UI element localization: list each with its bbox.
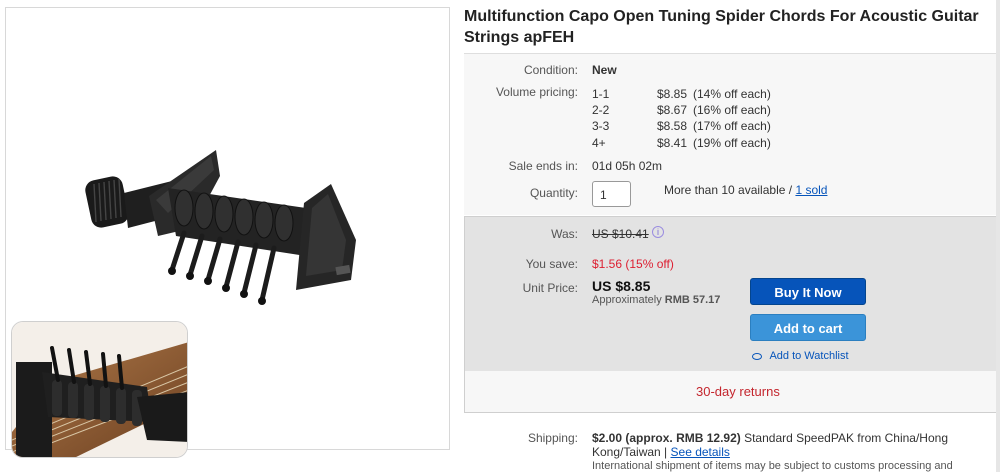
unit-price-value: US $8.85	[592, 278, 651, 294]
shipping-approx-rmb: RMB 12.92)	[676, 431, 741, 445]
unit-price-label: Unit Price:	[522, 281, 578, 295]
buy-it-now-button[interactable]: Buy It Now	[750, 278, 866, 305]
volume-price: $8.58	[657, 119, 688, 133]
watchlist-label: Add to Watchlist	[769, 350, 849, 362]
volume-off: (17% off each)	[693, 119, 771, 133]
eye-icon	[752, 352, 762, 360]
add-to-cart-button[interactable]: Add to cart	[750, 314, 866, 341]
available-text: More than 10 available /	[664, 183, 793, 197]
thumbnail-photo	[12, 322, 187, 457]
approx-value: RMB 57.17	[664, 294, 721, 306]
approx-prefix: Approximately	[592, 294, 662, 306]
sale-ends-label: Sale ends in:	[508, 159, 578, 173]
main-product-image[interactable]	[5, 7, 450, 458]
condition-label: Condition:	[523, 63, 578, 77]
shipping-label: Shipping:	[527, 431, 578, 445]
volume-off: (16% off each)	[693, 103, 771, 117]
volume-qty: 2-2	[592, 103, 610, 117]
volume-price: $8.85	[657, 87, 688, 101]
you-save-label: You save:	[525, 257, 578, 271]
sale-ends-value: 01d 05h 02m	[592, 159, 663, 173]
product-title: Multifunction Capo Open Tuning Spider Ch…	[464, 8, 979, 46]
returns-text: 30-day returns	[696, 384, 780, 399]
volume-price: $8.67	[657, 103, 688, 117]
condition-value: New	[592, 63, 617, 77]
volume-pricing-label: Volume pricing:	[495, 85, 578, 99]
volume-off: (19% off each)	[693, 136, 771, 150]
quantity-label: Quantity:	[529, 186, 578, 200]
quantity-input[interactable]: 1	[592, 181, 631, 207]
approx-price: Approximately RMB 57.17	[592, 294, 720, 306]
volume-price: $8.41	[657, 136, 688, 150]
quantity-availability: More than 10 available / 1 sold	[664, 183, 827, 197]
shipping-note: International shipment of items may be s…	[592, 460, 953, 472]
shipping-info: $2.00 (approx. RMB 12.92) Standard Speed…	[592, 431, 992, 472]
shipping-approx: (approx.	[625, 431, 673, 445]
was-price: US $10.41	[592, 227, 649, 241]
volume-qty: 4+	[592, 136, 606, 150]
was-label: Was:	[551, 227, 578, 241]
thumbnail-image[interactable]	[11, 321, 188, 458]
shipping-cost: $2.00	[592, 431, 623, 445]
add-to-watchlist-link[interactable]: Add to Watchlist	[752, 350, 849, 362]
info-icon[interactable]: i	[652, 226, 664, 238]
sold-count-link[interactable]: 1 sold	[795, 183, 827, 197]
volume-qty: 3-3	[592, 119, 610, 133]
volume-qty: 1-1	[592, 87, 610, 101]
you-save-value: $1.56 (15% off)	[592, 257, 674, 271]
volume-off: (14% off each)	[693, 87, 771, 101]
scrollbar-track[interactable]	[996, 0, 1000, 472]
see-details-link[interactable]: See details	[671, 445, 730, 459]
